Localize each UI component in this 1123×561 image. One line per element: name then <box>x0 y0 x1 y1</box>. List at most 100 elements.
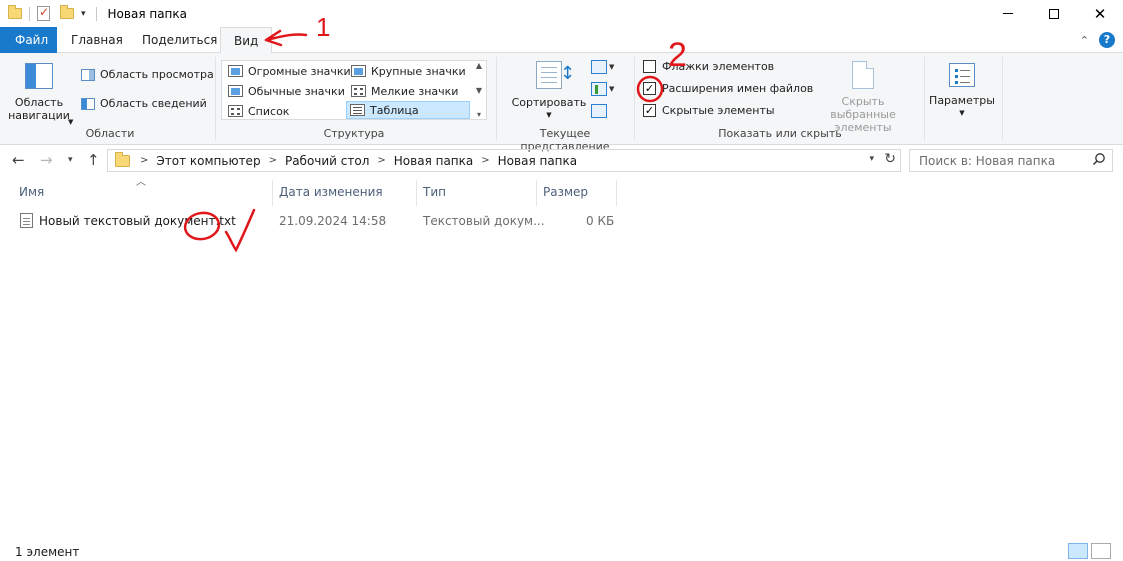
view-switcher <box>1068 543 1111 559</box>
file-size: 0 КБ <box>586 214 615 228</box>
tab-home[interactable]: Главная <box>58 27 136 53</box>
ribbon: Область навигации ▼ Область просмотра Об… <box>0 53 1123 153</box>
sort-arrow-icon: ↕ <box>560 63 576 84</box>
up-arrow-icon[interactable]: ↑ <box>87 151 100 169</box>
navigation-pane-label: Область навигации <box>8 96 70 122</box>
minimize-icon <box>1003 13 1013 14</box>
file-name-extensions-label: Расширения имен файлов <box>662 82 814 95</box>
tab-file[interactable]: Файл <box>0 27 57 53</box>
forward-arrow-icon[interactable]: → <box>40 151 53 169</box>
tab-view[interactable]: Вид <box>220 27 273 54</box>
preview-pane-button[interactable]: Область просмотра <box>81 68 214 81</box>
back-arrow-icon[interactable]: ← <box>12 151 25 169</box>
breadcrumb-separator-icon[interactable]: > <box>140 155 148 166</box>
layout-medium-icons[interactable]: Обычные значки <box>225 82 348 100</box>
address-history-icon[interactable]: ▾ <box>869 154 874 164</box>
size-columns-icon[interactable] <box>591 104 607 118</box>
preview-pane-icon <box>81 68 95 81</box>
divider <box>496 57 497 141</box>
hidden-items-label: Скрытые элементы <box>662 104 775 117</box>
search-input[interactable]: Поиск в: Новая папка <box>909 149 1113 172</box>
minimize-button[interactable] <box>985 0 1031 27</box>
show-hide-group-label: Показать или скрыть <box>718 127 842 140</box>
layout-large-icons[interactable]: Крупные значки <box>348 62 469 80</box>
status-item-count: 1 элемент <box>15 545 80 559</box>
scroll-down-icon[interactable]: ▼ <box>476 86 482 95</box>
column-header-name[interactable]: Имя <box>13 180 273 206</box>
divider <box>29 6 30 21</box>
breadcrumb-separator-icon[interactable]: > <box>269 155 277 166</box>
maximize-icon <box>1049 8 1059 19</box>
breadcrumb-separator-icon[interactable]: > <box>377 155 385 166</box>
large-icons-view-icon[interactable] <box>1091 543 1111 559</box>
properties-icon[interactable] <box>37 5 50 21</box>
breadcrumb-this-pc[interactable]: Этот компьютер <box>156 154 260 168</box>
file-name[interactable]: Новый текстовый документ.txt <box>39 214 236 228</box>
breadcrumb-current-folder[interactable]: Новая папка <box>498 154 577 168</box>
scroll-up-icon[interactable]: ▲ <box>476 61 482 70</box>
layout-extra-large-icons[interactable]: Огромные значки <box>225 62 354 80</box>
maximize-button[interactable] <box>1031 0 1077 27</box>
hide-selected-button[interactable]: Скрыть выбранные элементы <box>808 61 918 134</box>
folder-icon <box>8 5 22 19</box>
file-name-extensions-toggle[interactable]: ✓ Расширения имен файлов <box>643 82 813 95</box>
ribbon-tabs: Файл Главная Поделиться Вид ⌃ ? <box>0 27 1123 54</box>
item-checkboxes-checkbox[interactable] <box>643 60 656 73</box>
list-icon <box>228 105 243 117</box>
details-pane-icon <box>81 97 95 110</box>
options-label: Параметры <box>929 94 995 107</box>
column-header-type[interactable]: Тип <box>417 180 537 206</box>
window-title: Новая папка <box>107 6 188 21</box>
chevron-down-icon: ▼ <box>609 63 615 71</box>
file-name-extensions-checkbox[interactable]: ✓ <box>643 82 656 95</box>
recent-locations-icon[interactable]: ▾ <box>68 155 73 165</box>
hidden-items-toggle[interactable]: ✓ Скрытые элементы <box>643 104 775 117</box>
add-columns-icon[interactable] <box>591 82 607 96</box>
chevron-down-icon: ▼ <box>959 109 965 117</box>
details-pane-label: Область сведений <box>100 97 207 110</box>
extra-large-icons-icon <box>228 65 243 77</box>
chevron-down-icon: ▼ <box>546 111 552 119</box>
tab-share[interactable]: Поделиться <box>129 27 230 53</box>
layout-item-label: Мелкие значки <box>371 84 459 98</box>
options-button[interactable]: Параметры ▼ <box>928 61 996 117</box>
item-checkboxes-toggle[interactable]: Флажки элементов <box>643 60 774 73</box>
item-checkboxes-label: Флажки элементов <box>662 60 775 73</box>
layout-item-label: Огромные значки <box>248 64 351 78</box>
hidden-items-checkbox[interactable]: ✓ <box>643 104 656 117</box>
search-icon[interactable] <box>1092 152 1106 166</box>
expand-gallery-icon[interactable]: ▾ <box>477 110 481 119</box>
details-view-icon[interactable] <box>1068 543 1088 559</box>
quick-access-toolbar: ▾ <box>0 0 100 27</box>
sort-by-button[interactable]: ↕ Сортировать ▼ <box>510 61 588 119</box>
divider <box>1002 57 1003 141</box>
layout-list[interactable]: Список <box>225 102 292 120</box>
details-pane-button[interactable]: Область сведений <box>81 97 207 110</box>
new-folder-icon[interactable] <box>60 5 74 19</box>
layout-item-label: Крупные значки <box>371 64 466 78</box>
collapse-ribbon-icon[interactable]: ⌃ <box>1080 34 1089 47</box>
folder-icon <box>115 151 130 167</box>
customize-quick-access-icon[interactable]: ▾ <box>78 9 89 19</box>
address-bar[interactable]: > Этот компьютер > Рабочий стол > Новая … <box>107 149 901 172</box>
close-button[interactable]: ✕ <box>1077 0 1123 27</box>
help-icon[interactable]: ? <box>1099 32 1115 48</box>
column-header-date-modified[interactable]: Дата изменения <box>273 180 417 206</box>
navigation-pane-button[interactable]: Область навигации ▼ <box>8 61 73 126</box>
file-row[interactable]: Новый текстовый документ.txt 21.09.2024 … <box>13 210 618 232</box>
breadcrumb-folder[interactable]: Новая папка <box>394 154 473 168</box>
hide-selected-icon <box>852 61 874 89</box>
refresh-icon[interactable]: ↻ <box>884 151 896 167</box>
options-icon <box>949 63 975 87</box>
group-by-icon[interactable] <box>591 60 607 74</box>
file-date-modified: 21.09.2024 14:58 <box>279 214 387 228</box>
window-controls: ✕ <box>985 0 1123 27</box>
breadcrumb-separator-icon[interactable]: > <box>481 155 489 166</box>
layout-small-icons[interactable]: Мелкие значки <box>348 82 461 100</box>
preview-pane-label: Область просмотра <box>100 68 214 81</box>
close-icon: ✕ <box>1093 4 1107 23</box>
layout-details[interactable]: Таблица <box>346 101 470 119</box>
sort-by-label: Сортировать <box>511 96 587 109</box>
breadcrumb-desktop[interactable]: Рабочий стол <box>285 154 369 168</box>
column-header-size[interactable]: Размер <box>537 180 617 206</box>
